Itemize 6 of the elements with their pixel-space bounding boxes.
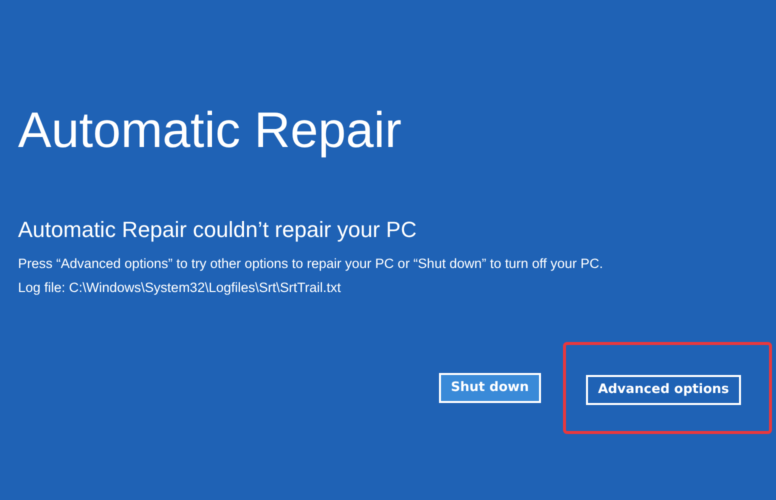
log-file-path: Log file: C:\Windows\System32\Logfiles\Srt\SrtTrail.txt <box>18 279 342 297</box>
option-button[interactable]: Advanced options <box>586 375 741 404</box>
error-heading: Automatic Repair couldn’t repair your PC <box>18 216 418 244</box>
instruction-text: Press “Advanced options” to try other options to repair your PC or “Shut down” to turn off your PC. <box>18 255 604 273</box>
screen-title: Automatic Repair <box>18 101 402 160</box>
option-button[interactable]: Shut down <box>438 373 541 402</box>
